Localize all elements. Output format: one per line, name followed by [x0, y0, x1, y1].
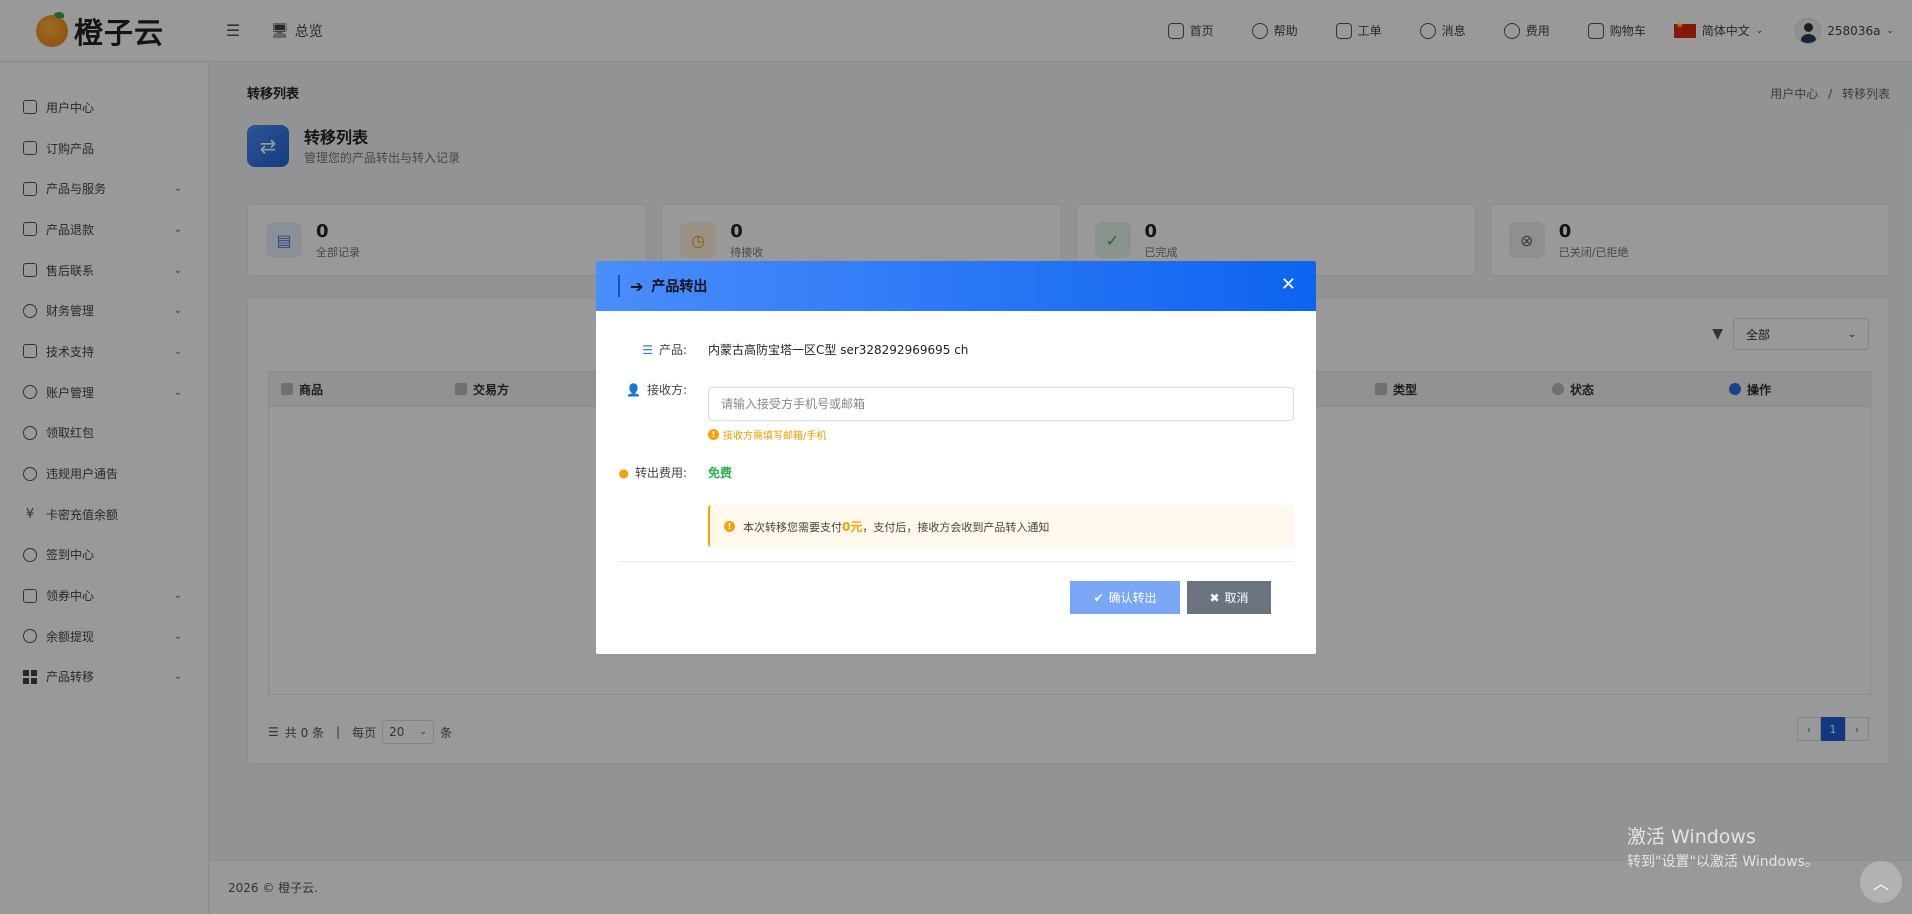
cancel-label: 取消 — [1224, 591, 1249, 605]
receiver-label-text: 接收方: — [646, 383, 687, 397]
modal-divider — [618, 561, 1294, 562]
fee-label: ● 转出费用: — [618, 464, 687, 481]
close-icon[interactable]: ✕ — [1281, 274, 1296, 295]
fee-value: 免费 — [708, 466, 733, 480]
coins-icon: ● — [618, 465, 629, 480]
modal-title: 产品转出 — [651, 279, 708, 295]
receiver-label: 👤 接收方: — [626, 381, 687, 398]
cancel-button[interactable]: ✖ 取消 — [1187, 581, 1271, 614]
product-label-text: 产品: — [658, 343, 687, 357]
check-icon: ✔ — [1093, 590, 1104, 605]
watermark-line1: 激活 Windows — [1627, 826, 1756, 848]
close-icon: ✖ — [1209, 590, 1220, 605]
receiver-input[interactable] — [708, 387, 1294, 421]
notice-suffix: ，支付后，接收方会收到产品转入通知 — [862, 520, 1050, 534]
watermark-line2: 转到"设置"以激活 Windows。 — [1627, 854, 1819, 870]
notice-text: 本次转移您需要支付0元，支付后，接收方会收到产品转入通知 — [743, 518, 1049, 535]
warning-icon: ! — [708, 429, 719, 440]
notice-prefix: 本次转移您需要支付 — [743, 520, 842, 534]
receiver-hint: ! 接收方需填写邮箱/手机 — [708, 427, 826, 442]
arrow-right-icon: ➔ — [630, 276, 644, 296]
scroll-to-top-button[interactable]: ︿ — [1860, 861, 1902, 903]
warning-icon: ! — [724, 520, 735, 532]
receiver-hint-text: 接收方需填写邮箱/手机 — [723, 431, 827, 442]
fee-label-text: 转出费用: — [634, 466, 687, 480]
header-accent-bar — [618, 275, 620, 297]
modal-header: ➔ 产品转出 — [596, 261, 1316, 311]
confirm-label: 确认转出 — [1108, 591, 1157, 605]
product-label: ☰ 产品: — [642, 341, 687, 358]
confirm-transfer-button[interactable]: ✔ 确认转出 — [1070, 581, 1180, 614]
user-plus-icon: 👤 — [626, 382, 641, 397]
server-icon: ☰ — [642, 342, 653, 357]
chevron-up-icon: ︿ — [1872, 874, 1889, 893]
product-value: 内蒙古高防宝塔一区C型 ser328292969695 ch — [708, 343, 969, 357]
windows-activation-watermark: 激活 Windows 转到"设置"以激活 Windows。 — [1627, 822, 1819, 871]
transfer-out-modal: ➔ 产品转出 ✕ ☰ 产品: 内蒙古高防宝塔一区C型 ser3282929696… — [596, 261, 1316, 654]
payment-notice: ! 本次转移您需要支付0元，支付后，接收方会收到产品转入通知 — [708, 505, 1294, 547]
notice-amount: 0元 — [842, 519, 863, 534]
